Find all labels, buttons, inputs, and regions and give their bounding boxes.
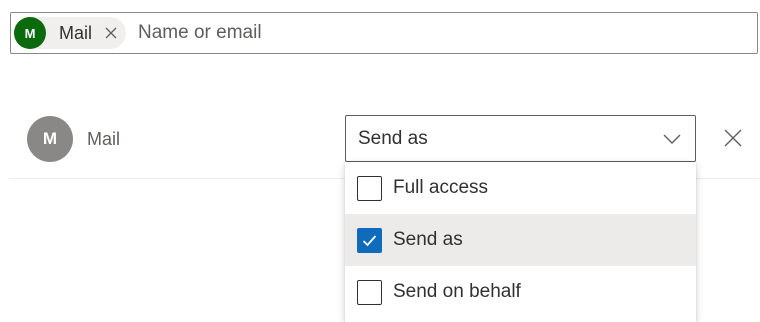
member-name: Mail [87, 129, 121, 149]
option-send-as[interactable]: Send as [345, 214, 696, 266]
chip-remove-icon[interactable] [102, 24, 120, 42]
option-label: Send as [393, 229, 463, 250]
permission-dropdown-menu: Full access Send as Send on behalf [345, 162, 696, 322]
chevron-down-icon [663, 134, 681, 144]
option-label: Full access [393, 177, 489, 198]
chip-label: Mail [59, 22, 93, 43]
permission-select-value: Send as [358, 127, 428, 149]
recipient-chip[interactable]: M Mail [14, 17, 127, 49]
chip-avatar: M [14, 17, 46, 49]
permission-select[interactable]: Send as [345, 115, 696, 162]
checkmark-icon [362, 234, 377, 246]
member-avatar: M [27, 116, 73, 162]
people-picker[interactable]: M Mail [10, 12, 758, 54]
option-send-on-behalf[interactable]: Send on behalf [345, 266, 696, 318]
option-label: Send on behalf [393, 281, 521, 302]
checkbox-send-on-behalf[interactable] [357, 279, 382, 305]
name-or-email-input[interactable] [136, 21, 757, 45]
checkbox-send-as[interactable] [357, 227, 382, 253]
option-full-access[interactable]: Full access [345, 162, 696, 214]
remove-member-icon[interactable] [722, 127, 744, 149]
checkbox-full-access[interactable] [357, 175, 382, 201]
